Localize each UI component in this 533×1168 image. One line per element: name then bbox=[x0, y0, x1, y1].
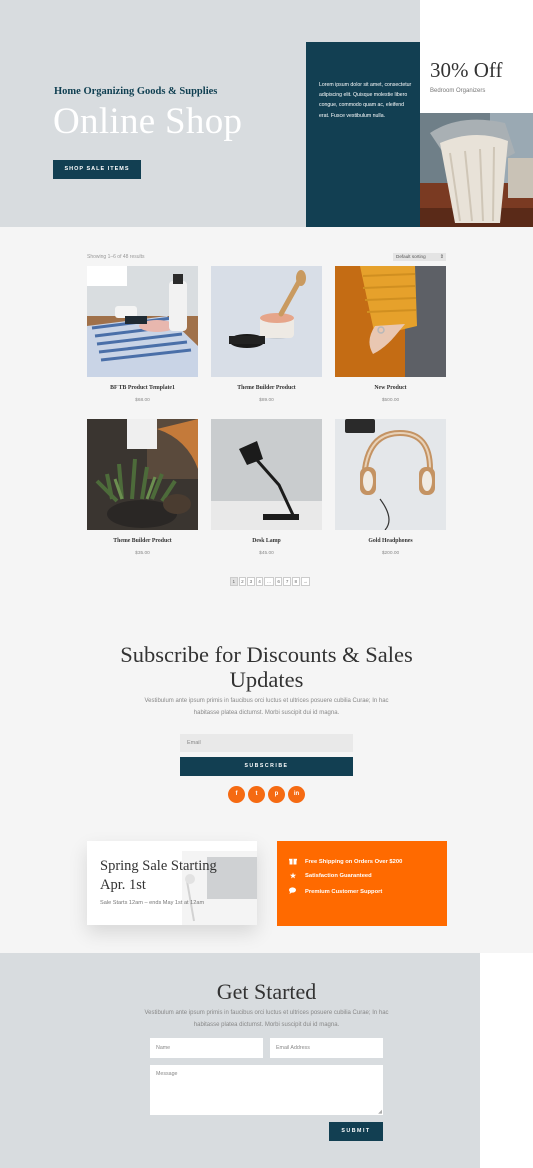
product-price: $45.00 bbox=[259, 551, 274, 556]
product-price: $35.00 bbox=[135, 551, 150, 556]
subscribe-email-input[interactable]: Email bbox=[180, 734, 353, 752]
product-image[interactable] bbox=[335, 419, 446, 530]
product-image[interactable] bbox=[87, 266, 198, 377]
resize-handle-icon[interactable]: ◢ bbox=[378, 1109, 382, 1115]
get-started-title: Get Started bbox=[216, 979, 317, 1004]
email-address-input[interactable]: Email Address bbox=[270, 1038, 383, 1058]
feature-item: Free Shipping on Orders Over $200 bbox=[288, 857, 402, 867]
sort-dropdown[interactable]: Default sorting ⇕ bbox=[393, 253, 446, 261]
page-ellipsis: … bbox=[264, 577, 274, 586]
product-name[interactable]: BF TB Product Template1 bbox=[87, 385, 198, 391]
spring-sale-card: Spring Sale Starting Apr. 1st Sale Start… bbox=[87, 841, 257, 925]
name-input[interactable]: Name bbox=[150, 1038, 263, 1058]
offer-title: 30% Off bbox=[430, 58, 503, 82]
feature-item: ★ Satisfaction Guaranteed bbox=[288, 872, 372, 880]
product-name[interactable]: New Product bbox=[335, 385, 446, 391]
gift-icon bbox=[288, 857, 298, 867]
page-1[interactable]: 1 bbox=[230, 577, 238, 586]
star-icon: ★ bbox=[289, 873, 297, 880]
offer-subtitle: Bedroom Organizers bbox=[430, 88, 486, 94]
feature-label: Premium Customer Support bbox=[305, 888, 383, 895]
product-name[interactable]: Desk Lamp bbox=[211, 538, 322, 544]
pinterest-icon[interactable]: p bbox=[268, 786, 285, 803]
product-image[interactable] bbox=[335, 266, 446, 377]
page-4[interactable]: 4 bbox=[255, 577, 264, 586]
product-price: $68.00 bbox=[135, 398, 150, 403]
feature-label: Satisfaction Guaranteed bbox=[305, 873, 372, 879]
facebook-icon[interactable]: f bbox=[228, 786, 245, 803]
feature-item: Premium Customer Support bbox=[288, 887, 382, 896]
product-name[interactable]: Gold Headphones bbox=[335, 538, 446, 544]
message-textarea[interactable]: Message ◢ bbox=[150, 1065, 383, 1115]
features-card: Free Shipping on Orders Over $200 ★ Sati… bbox=[277, 841, 447, 926]
product-image[interactable] bbox=[87, 419, 198, 530]
message-placeholder: Message bbox=[156, 1071, 178, 1077]
product-card[interactable]: Desk Lamp $45.00 bbox=[211, 419, 322, 556]
product-price: $89.00 bbox=[259, 398, 274, 403]
pagination: 1 2 3 4 … 6 7 8 → bbox=[230, 577, 311, 586]
product-card[interactable]: BF TB Product Template1 $68.00 bbox=[87, 266, 198, 403]
product-card[interactable]: Gold Headphones $200.00 bbox=[335, 419, 446, 556]
hero-panel-text: Lorem ipsum dolor sit amet, consectetur … bbox=[319, 82, 412, 119]
product-price: $200.00 bbox=[381, 551, 400, 556]
offer-box: 30% Off Bedroom Organizers bbox=[420, 0, 533, 113]
hero-info-panel: Lorem ipsum dolor sit amet, consectetur … bbox=[306, 42, 420, 227]
product-price: $500.00 bbox=[381, 398, 400, 403]
feature-label: Free Shipping on Orders Over $200 bbox=[305, 859, 403, 865]
spring-sale-title: Spring Sale Starting Apr. 1st bbox=[100, 858, 217, 893]
product-card[interactable]: Theme Builder Product $89.00 bbox=[211, 266, 322, 403]
next-page-arrow-icon[interactable]: → bbox=[300, 577, 311, 586]
page-8[interactable]: 8 bbox=[291, 577, 300, 586]
product-card[interactable]: Theme Builder Product $35.00 bbox=[87, 419, 198, 556]
chevron-down-icon: ⇕ bbox=[439, 254, 444, 260]
subscribe-button[interactable]: SUBSCRIBE bbox=[180, 757, 353, 776]
product-name[interactable]: Theme Builder Product bbox=[87, 538, 198, 544]
hero-subtitle: Home Organizing Goods & Supplies bbox=[54, 86, 218, 97]
get-started-text: Vestibulum ante ipsum primis in faucibus… bbox=[144, 1010, 389, 1028]
page-2[interactable]: 2 bbox=[238, 577, 247, 586]
submit-button[interactable]: SUBMIT bbox=[329, 1122, 383, 1141]
page-6[interactable]: 6 bbox=[274, 577, 283, 586]
subscribe-text: Vestibulum ante ipsum primis in faucibus… bbox=[144, 698, 389, 716]
page-3[interactable]: 3 bbox=[247, 577, 255, 586]
bedroom-image[interactable] bbox=[420, 113, 533, 227]
hero-title: Online Shop bbox=[53, 101, 243, 142]
twitter-icon[interactable]: t bbox=[248, 786, 265, 803]
spring-sale-subtitle: Sale Starts 12am – ends May 1st at 12am bbox=[100, 900, 205, 906]
chat-icon bbox=[288, 887, 298, 896]
product-image[interactable] bbox=[211, 266, 322, 377]
linkedin-icon[interactable]: in bbox=[288, 786, 305, 803]
shop-sale-items-button[interactable]: SHOP SALE ITEMS bbox=[53, 160, 141, 179]
page-7[interactable]: 7 bbox=[283, 577, 291, 586]
results-count: Showing 1–6 of 48 results bbox=[87, 254, 145, 260]
product-name[interactable]: Theme Builder Product bbox=[211, 385, 322, 391]
sort-label: Default sorting bbox=[396, 254, 426, 259]
product-card[interactable]: New Product $500.00 bbox=[335, 266, 446, 403]
product-image[interactable] bbox=[211, 419, 322, 530]
subscribe-title: Subscribe for Discounts & Sales Updates bbox=[120, 642, 413, 692]
